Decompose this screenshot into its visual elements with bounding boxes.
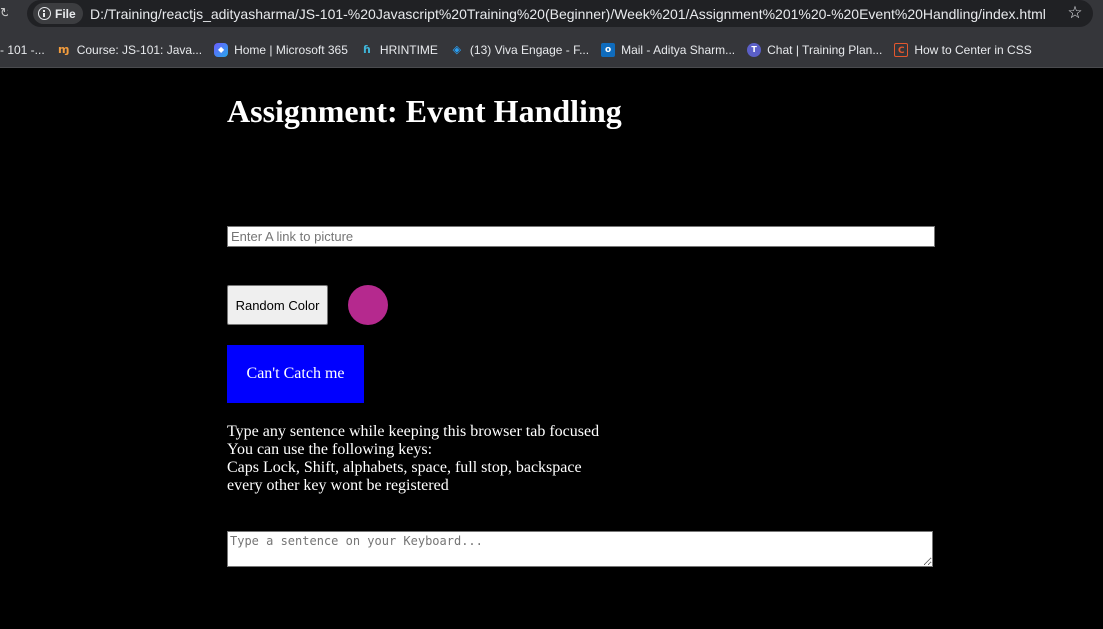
bookmark-label: How to Center in CSS [914,43,1032,57]
bookmark-label: Mail - Aditya Sharm... [621,43,736,57]
bookmark-label: Chat | Training Plan... [767,43,883,57]
sentence-textarea[interactable] [227,531,933,567]
bookmark-item[interactable]: ɦ HRINTIME [354,38,444,62]
info-icon [38,7,51,20]
bookmark-item[interactable]: ◆ Home | Microsoft 365 [208,38,354,62]
reload-icon[interactable]: ↻ [0,3,8,25]
bookmark-label: - 101 -... [0,43,45,57]
bookmark-item[interactable]: T Chat | Training Plan... [741,38,888,62]
instruction-line: Type any sentence while keeping this bro… [227,423,600,440]
instruction-line: You can use the following keys: [227,441,433,458]
page-title: Assignment: Event Handling [227,93,622,129]
bookmark-star-icon[interactable]: ☆ [1064,2,1086,24]
url-text[interactable]: D:/Training/reactjs_adityasharma/JS-101-… [90,4,1065,24]
udemy-icon: ɱ [57,43,70,56]
bookmark-label: Home | Microsoft 365 [234,43,348,57]
bookmark-item[interactable]: ɱ Course: JS-101: Java... [51,38,208,62]
bookmark-label: Course: JS-101: Java... [76,43,203,57]
bookmarks-bar: - 101 -... ɱ Course: JS-101: Java... ◆ H… [0,33,1103,68]
keyboard-instructions: Type any sentence while keeping this bro… [227,423,727,495]
site-info-chip[interactable]: File [33,3,83,24]
bookmark-item[interactable]: C How to Center in CSS [888,38,1037,62]
bookmark-item[interactable]: o Mail - Aditya Sharm... [595,38,741,62]
bookmark-item[interactable]: ◈ (13) Viva Engage - F... [444,38,595,62]
teams-icon: T [747,43,762,57]
viva-engage-icon: ◈ [452,43,462,56]
hrintime-icon: ɦ [362,43,371,56]
cant-catch-me-button[interactable]: Can't Catch me [227,345,364,403]
bookmark-label: HRINTIME [379,43,438,57]
bookmark-label: (13) Viva Engage - F... [469,43,590,57]
css-icon: C [894,43,909,57]
address-bar[interactable]: File D:/Training/reactjs_adityasharma/JS… [27,0,1093,27]
browser-toolbar: ↻ File D:/Training/reactjs_adityasharma/… [0,0,1103,33]
microsoft-365-icon: ◆ [214,43,229,57]
color-circle [348,285,388,325]
instruction-line: Caps Lock, Shift, alphabets, space, full… [227,459,582,476]
bookmark-item[interactable]: - 101 -... [0,38,51,62]
instruction-line: every other key wont be registered [227,477,449,494]
outlook-icon: o [601,43,616,57]
picture-link-input[interactable] [227,226,935,247]
random-color-button[interactable]: Random Color [227,285,328,325]
site-chip-label: File [55,6,76,21]
